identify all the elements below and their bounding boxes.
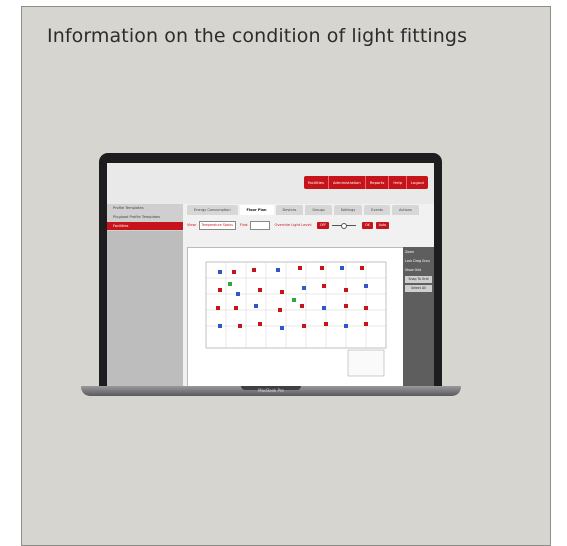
top-nav: Facilities Administration Reports Help L… bbox=[303, 176, 428, 189]
tab-floor-plan[interactable]: Floor Plan bbox=[239, 205, 274, 215]
light-fitting-marker[interactable] bbox=[340, 266, 344, 270]
show-grid-checkbox[interactable]: Show Grid bbox=[405, 267, 432, 274]
light-fitting-marker[interactable] bbox=[254, 304, 258, 308]
light-fitting-marker[interactable] bbox=[228, 282, 232, 286]
find-select[interactable] bbox=[250, 220, 271, 230]
floor-plan-canvas[interactable] bbox=[187, 247, 404, 387]
light-fitting-marker[interactable] bbox=[218, 288, 222, 292]
light-fitting-marker[interactable] bbox=[364, 284, 368, 288]
find-label: Find: bbox=[239, 223, 249, 227]
tools-panel: Zoom Lock Drag Grou Show Grid Snap To Gr… bbox=[403, 247, 434, 387]
card-title: Information on the condition of light fi… bbox=[47, 25, 468, 47]
snap-to-grid-button[interactable]: Snap To Grid bbox=[405, 276, 432, 283]
sidebar: Profile Templates Plugload Profile Templ… bbox=[107, 204, 183, 387]
light-fitting-marker[interactable] bbox=[300, 304, 304, 308]
light-fitting-marker[interactable] bbox=[360, 266, 364, 270]
light-fitting-marker[interactable] bbox=[298, 266, 302, 270]
tab-actions[interactable]: Actions bbox=[392, 205, 419, 215]
sidebar-item-plugload-templates[interactable]: Plugload Profile Templates bbox=[107, 213, 183, 222]
light-fitting-marker[interactable] bbox=[252, 268, 256, 272]
light-fitting-marker[interactable] bbox=[322, 306, 326, 310]
laptop-model-label: MacBook Pro bbox=[258, 388, 284, 393]
light-fitting-marker[interactable] bbox=[232, 270, 236, 274]
light-fitting-marker[interactable] bbox=[276, 268, 280, 272]
nav-administration[interactable]: Administration bbox=[329, 176, 366, 189]
light-fitting-marker[interactable] bbox=[344, 288, 348, 292]
nav-facilities[interactable]: Facilities bbox=[304, 176, 329, 189]
override-label: Override Light Level: bbox=[274, 223, 312, 227]
view-select[interactable]: Temperature Status bbox=[198, 220, 236, 230]
tab-devices[interactable]: Devices bbox=[275, 205, 304, 215]
view-label: View: bbox=[187, 223, 197, 227]
light-fitting-marker[interactable] bbox=[302, 286, 306, 290]
nav-logout[interactable]: Logout bbox=[407, 176, 428, 189]
tab-groups[interactable]: Groups bbox=[305, 205, 332, 215]
light-fitting-marker[interactable] bbox=[324, 322, 328, 326]
lock-drag-checkbox[interactable]: Lock Drag Grou bbox=[405, 258, 432, 265]
toolbar: View: Temperature Status Find: Override … bbox=[187, 219, 434, 231]
tab-events[interactable]: Events bbox=[364, 205, 391, 215]
light-fitting-marker[interactable] bbox=[218, 324, 222, 328]
select-all-button[interactable]: Select All bbox=[405, 285, 432, 292]
light-fitting-marker[interactable] bbox=[258, 288, 262, 292]
laptop-base: MacBook Pro bbox=[81, 386, 461, 396]
light-fitting-marker[interactable] bbox=[292, 298, 296, 302]
light-fitting-marker[interactable] bbox=[216, 306, 220, 310]
auto-button[interactable]: Auto bbox=[375, 221, 390, 229]
light-fitting-marker[interactable] bbox=[238, 324, 242, 328]
light-fitting-marker[interactable] bbox=[236, 292, 240, 296]
sidebar-item-facilities[interactable]: Facilities bbox=[107, 222, 183, 231]
app-header: Facilities Administration Reports Help L… bbox=[107, 163, 434, 204]
light-fitting-marker[interactable] bbox=[302, 324, 306, 328]
zoom-label: Zoom bbox=[405, 250, 415, 254]
light-fitting-marker[interactable] bbox=[280, 290, 284, 294]
light-fitting-marker[interactable] bbox=[278, 308, 282, 312]
light-fitting-marker[interactable] bbox=[234, 306, 238, 310]
tab-energy-consumption[interactable]: Energy Consumption bbox=[187, 205, 238, 215]
floor-plan-drawing bbox=[205, 261, 387, 377]
light-level-slider[interactable] bbox=[332, 222, 357, 229]
light-fitting-marker[interactable] bbox=[320, 266, 324, 270]
tab-settings[interactable]: Settings bbox=[333, 205, 363, 215]
nav-reports[interactable]: Reports bbox=[366, 176, 390, 189]
nav-help[interactable]: Help bbox=[389, 176, 407, 189]
laptop-screen: Facilities Administration Reports Help L… bbox=[99, 153, 442, 387]
light-fitting-marker[interactable] bbox=[280, 326, 284, 330]
light-fitting-marker[interactable] bbox=[344, 304, 348, 308]
app-screenshot: Facilities Administration Reports Help L… bbox=[107, 163, 434, 387]
light-fitting-marker[interactable] bbox=[364, 322, 368, 326]
tab-bar: Energy Consumption Floor Plan Devices Gr… bbox=[187, 205, 434, 215]
sidebar-item-profile-templates[interactable]: Profile Templates bbox=[107, 204, 183, 213]
light-fitting-marker[interactable] bbox=[218, 270, 222, 274]
override-off-button[interactable]: OFF bbox=[316, 221, 330, 229]
ok-button[interactable]: OK bbox=[362, 221, 373, 229]
light-fitting-marker[interactable] bbox=[344, 324, 348, 328]
light-fitting-marker[interactable] bbox=[364, 306, 368, 310]
light-fitting-marker[interactable] bbox=[258, 322, 262, 326]
light-fitting-marker[interactable] bbox=[322, 284, 326, 288]
